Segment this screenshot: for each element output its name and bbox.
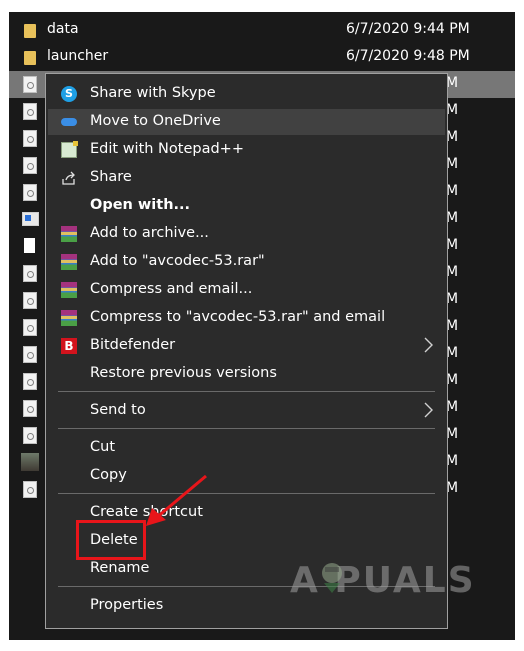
dll-file-icon (23, 373, 37, 390)
menu-item-label: Send to (90, 402, 146, 418)
chevron-right-icon (423, 402, 433, 422)
menu-item-bitdefender[interactable]: B Bitdefender (48, 333, 445, 359)
folder-icon (24, 24, 36, 38)
chevron-right-icon (423, 337, 433, 357)
menu-item-label: Share with Skype (90, 85, 216, 101)
menu-item-move-to-onedrive[interactable]: Move to OneDrive (48, 109, 445, 135)
menu-item-label: Compress to "avcodec-53.rar" and email (90, 309, 386, 325)
file-row-launcher[interactable]: launcher 6/7/2020 9:48 PM (9, 44, 515, 71)
menu-item-label: Bitdefender (90, 337, 176, 353)
share-icon (61, 170, 77, 186)
menu-item-label: Copy (90, 467, 127, 483)
menu-item-label: Properties (90, 597, 164, 613)
blank-file-icon (24, 238, 35, 253)
menu-item-copy[interactable]: Copy (48, 463, 445, 489)
menu-separator (58, 391, 435, 392)
menu-separator (58, 428, 435, 429)
menu-item-label: Compress and email... (90, 281, 253, 297)
image-file-icon (21, 453, 39, 471)
folder-icon (24, 51, 36, 65)
dll-file-icon (23, 157, 37, 174)
menu-item-share-with-skype[interactable]: S Share with Skype (48, 81, 445, 107)
menu-item-share[interactable]: Share (48, 165, 445, 191)
dll-file-icon (23, 184, 37, 201)
winrar-icon (61, 310, 77, 326)
menu-item-cut[interactable]: Cut (48, 435, 445, 461)
menu-item-send-to[interactable]: Send to (48, 398, 445, 424)
red-arrow-icon (146, 474, 207, 526)
menu-item-label: Add to archive... (90, 225, 209, 241)
file-date: 6/7/2020 9:44 PM (346, 21, 470, 37)
appuals-mascot-icon (322, 563, 342, 593)
menu-item-compress-and-email[interactable]: Compress and email... (48, 277, 445, 303)
menu-item-label: Edit with Notepad++ (90, 141, 244, 157)
dll-file-icon (23, 265, 37, 282)
menu-item-label: Restore previous versions (90, 365, 277, 381)
menu-item-label: Open with... (90, 197, 191, 213)
menu-item-open-with[interactable]: Open with... (48, 193, 445, 219)
file-name: launcher (47, 48, 109, 64)
dll-file-icon (23, 481, 37, 498)
menu-item-compress-to-rar-and-email[interactable]: Compress to "avcodec-53.rar" and email (48, 305, 445, 331)
file-row-data[interactable]: data 6/7/2020 9:44 PM (9, 17, 515, 44)
menu-item-label: Add to "avcodec-53.rar" (90, 253, 265, 269)
dll-file-icon (23, 319, 37, 336)
notepad-icon (61, 141, 78, 158)
menu-item-add-to-rar[interactable]: Add to "avcodec-53.rar" (48, 249, 445, 275)
app-file-icon (22, 212, 39, 226)
skype-icon: S (61, 86, 77, 102)
menu-separator (58, 493, 435, 494)
winrar-icon (61, 254, 77, 270)
menu-item-edit-with-notepad[interactable]: Edit with Notepad++ (48, 137, 445, 163)
dll-file-icon (23, 130, 37, 147)
bitdefender-icon: B (61, 338, 77, 354)
delete-highlight-box (76, 520, 146, 560)
winrar-icon (61, 226, 77, 242)
menu-item-restore-previous-versions[interactable]: Restore previous versions (48, 361, 445, 387)
dll-file-icon (23, 103, 37, 120)
file-name: data (47, 21, 79, 37)
menu-item-label: Rename (90, 560, 150, 576)
dll-file-icon (23, 76, 37, 93)
dll-file-icon (23, 400, 37, 417)
dll-file-icon (23, 346, 37, 363)
file-date: 6/7/2020 9:48 PM (346, 48, 470, 64)
onedrive-icon (61, 118, 77, 126)
menu-item-add-to-archive[interactable]: Add to archive... (48, 221, 445, 247)
menu-item-label: Cut (90, 439, 115, 455)
dll-file-icon (23, 292, 37, 309)
menu-item-label: Share (90, 169, 132, 185)
menu-item-label: Move to OneDrive (90, 113, 221, 129)
dll-file-icon (23, 427, 37, 444)
winrar-icon (61, 282, 77, 298)
